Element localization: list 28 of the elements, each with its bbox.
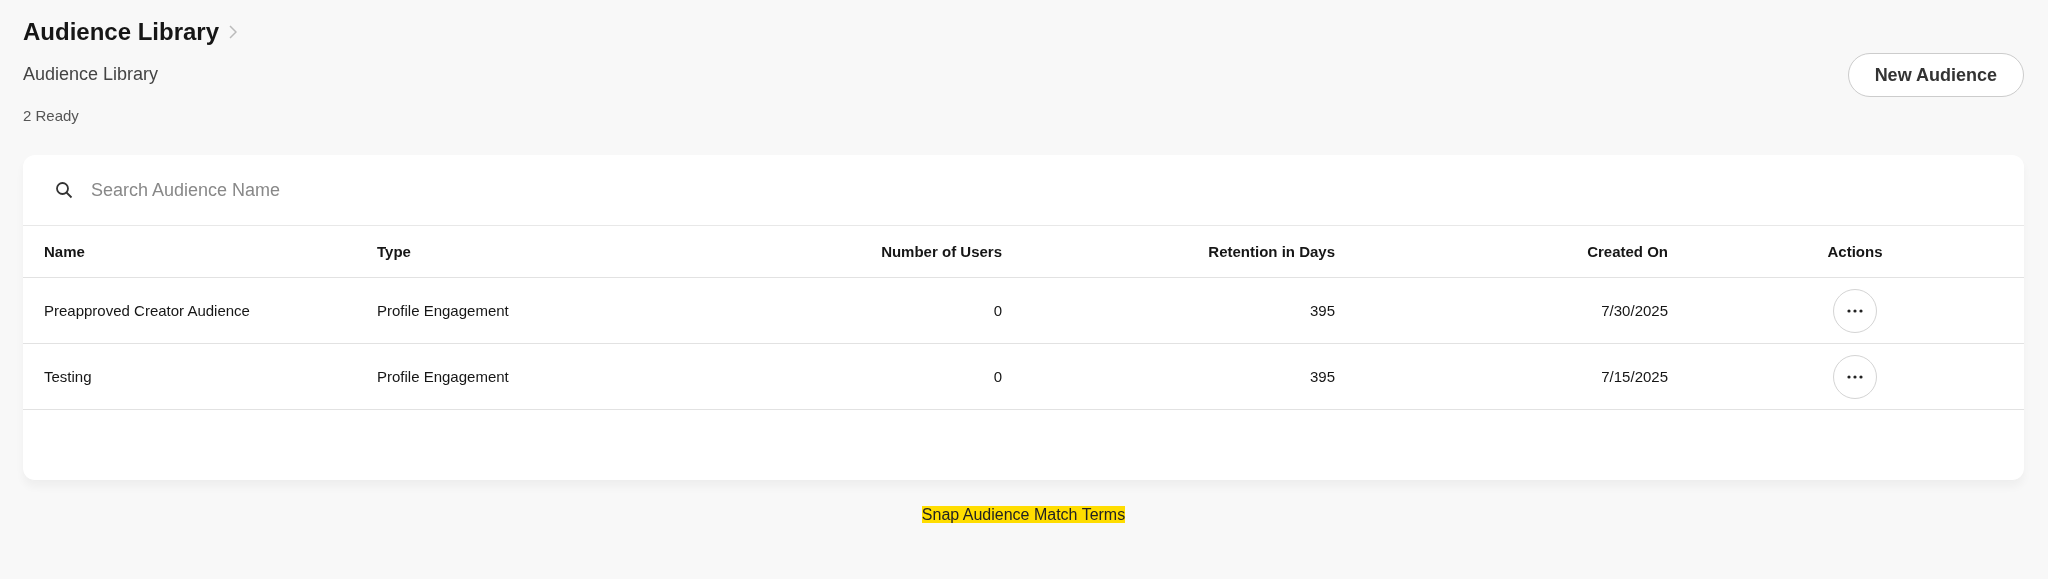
page-title: Audience Library (23, 18, 220, 46)
more-icon (1847, 374, 1863, 379)
table-cell: 7/30/2025 (1601, 302, 1668, 319)
table-cell: 0 (993, 302, 1002, 319)
column-header: Number of Users (881, 243, 1002, 260)
table-cell: 395 (1309, 302, 1335, 319)
table-cell: 395 (1309, 368, 1335, 385)
table-cell: Testing (44, 368, 92, 385)
column-header: Created On (1587, 243, 1668, 260)
column-header: Actions (1827, 243, 1883, 260)
search-icon (55, 181, 73, 199)
table-cell: Preapproved Creator Audience (44, 302, 250, 319)
column-header: Name (44, 243, 85, 260)
table-cell: Profile Engagement (377, 368, 509, 385)
breadcrumb-label: Audience Library (23, 64, 159, 84)
more-actions-button[interactable] (1833, 354, 1877, 399)
table-cell: Profile Engagement (377, 302, 509, 319)
new-audience-button[interactable]: New Audience (1847, 53, 2024, 97)
more-actions-button[interactable] (1833, 288, 1877, 333)
table-cell: 0 (993, 368, 1002, 385)
table-cell: 7/15/2025 (1601, 368, 1668, 385)
column-header: Type (377, 243, 411, 260)
column-header: Retention in Days (1208, 243, 1335, 260)
status-count: 2 Ready (23, 107, 79, 124)
search-field[interactable]: Search Audience Name (89, 178, 693, 202)
chevron-right-icon (229, 25, 238, 39)
more-icon (1847, 308, 1863, 313)
terms-link[interactable]: Snap Audience Match Terms (921, 506, 1126, 523)
